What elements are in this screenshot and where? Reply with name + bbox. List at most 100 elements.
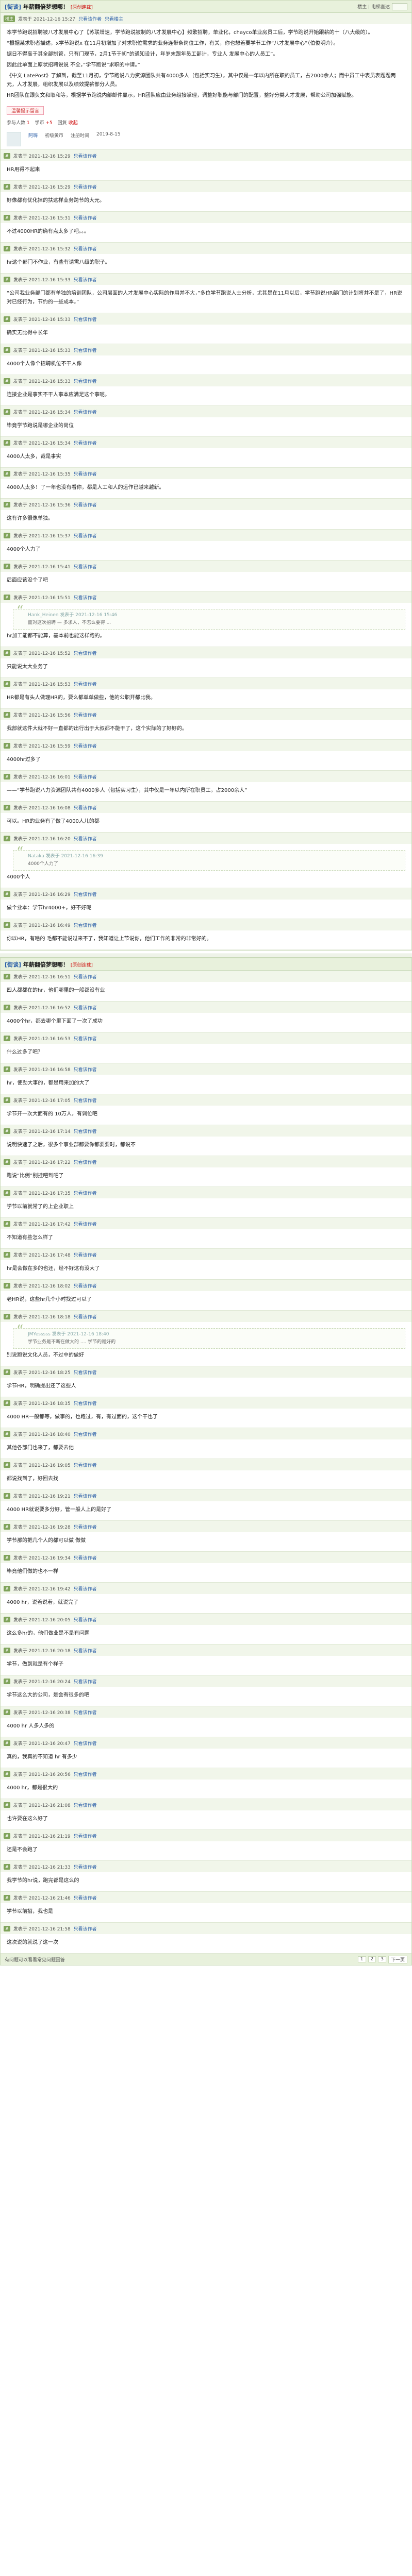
only-author-link[interactable]: 只看该作者 bbox=[74, 409, 97, 415]
thread-title[interactable]: [街谈] 年薪翻倍梦想哪！ [原创连载] bbox=[5, 960, 93, 969]
only-author-link[interactable]: 只看该作者 bbox=[74, 1159, 97, 1165]
only-author-link[interactable]: 只看该作者 bbox=[74, 347, 97, 353]
post-meta: # 发表于 2021-12-16 17:14 只看该作者 bbox=[1, 1125, 411, 1137]
only-author-link[interactable]: 只看该作者 bbox=[74, 183, 97, 190]
only-author-link[interactable]: 只看该作者 bbox=[74, 804, 97, 811]
next-page-link[interactable]: 下一页 bbox=[388, 1955, 407, 1963]
floor-label: # bbox=[4, 1863, 10, 1870]
only-author-link[interactable]: 只看该作者 bbox=[74, 1647, 97, 1654]
only-author-link[interactable]: 只看该作者 bbox=[74, 1554, 97, 1561]
only-author-link[interactable]: 只看该作者 bbox=[74, 1431, 97, 1437]
only-author-link[interactable]: 只看该作者 bbox=[74, 1493, 97, 1499]
post-body: 学节，做到就是有个样子 bbox=[1, 1656, 411, 1675]
post-paragraph: 据日不得高于其全部制管，只有门现节，2月1节于初”的通知设计，年岁末跟年员工部计… bbox=[7, 52, 278, 57]
page-link[interactable]: 1 bbox=[357, 1956, 366, 1962]
post-meta: # 发表于 2021-12-16 16:01 只看该作者 bbox=[1, 771, 411, 782]
only-author-link[interactable]: 只看该作者 bbox=[74, 1035, 97, 1042]
post-date: 发表于 2021-12-16 15:35 bbox=[13, 471, 71, 477]
only-author-link[interactable]: 只看该作者 bbox=[74, 1190, 97, 1196]
only-author-link[interactable]: 只看该作者 bbox=[74, 1802, 97, 1808]
only-author-link[interactable]: 只看该作者 bbox=[74, 245, 97, 252]
only-author-link[interactable]: 只看该作者 bbox=[74, 1128, 97, 1134]
only-author-link[interactable]: 只看该作者 bbox=[74, 922, 97, 928]
footer-note[interactable]: 有问题可以看看常见问题回答 bbox=[5, 1956, 65, 1963]
only-author-link[interactable]: 只看该作者 bbox=[74, 1251, 97, 1258]
post-date: 发表于 2021-12-16 16:29 bbox=[13, 892, 71, 897]
page-link[interactable]: 2 bbox=[368, 1956, 376, 1962]
only-op-link[interactable]: 只看楼主 bbox=[105, 15, 123, 22]
only-author-link[interactable]: 只看该作者 bbox=[74, 1313, 97, 1320]
only-author-link[interactable]: 只看该作者 bbox=[74, 1616, 97, 1623]
only-author-link[interactable]: 只看该作者 bbox=[74, 1585, 97, 1592]
post-date: 发表于 2021-12-16 16:20 bbox=[13, 836, 71, 842]
post-meta: # 发表于 2021-12-16 16:53 只看该作者 bbox=[1, 1032, 411, 1044]
only-author-link[interactable]: 只看该作者 bbox=[74, 1833, 97, 1839]
only-author-link[interactable]: 只看该作者 bbox=[74, 214, 97, 221]
thread-footer: 有问题可以看看常见问题回答 1 2 3 下一页 bbox=[1, 1954, 411, 1965]
only-author-link[interactable]: 只看该作者 bbox=[74, 276, 97, 283]
floor-label: # bbox=[4, 1462, 10, 1468]
only-author-link[interactable]: 只看该作者 bbox=[74, 378, 97, 384]
only-author-link[interactable]: 只看该作者 bbox=[74, 1678, 97, 1685]
only-author-link[interactable]: 只看该作者 bbox=[74, 835, 97, 842]
stat: 学币 +5 bbox=[35, 119, 53, 126]
post-text: 学节HR，明确提出还了这些人 bbox=[7, 1383, 76, 1389]
only-author-link[interactable]: 只看该作者 bbox=[74, 1523, 97, 1530]
only-author-link[interactable]: 只看该作者 bbox=[74, 973, 97, 980]
only-author-link[interactable]: 只看该作者 bbox=[74, 1863, 97, 1870]
only-author-link[interactable]: 只看该作者 bbox=[78, 15, 102, 22]
reply-list: # 发表于 2021-12-16 15:29 只看该作者 HR用得不起来 # 发表于 20… bbox=[1, 150, 411, 950]
profile-username[interactable]: 阿嗨 bbox=[28, 132, 38, 146]
only-author-link[interactable]: 只看该作者 bbox=[74, 152, 97, 159]
only-author-link[interactable]: 只看该作者 bbox=[74, 1771, 97, 1777]
only-author-link[interactable]: 只看该作者 bbox=[74, 1709, 97, 1716]
only-author-link[interactable]: 只看该作者 bbox=[74, 316, 97, 323]
only-author-link[interactable]: 只看该作者 bbox=[74, 1400, 97, 1406]
page-link[interactable]: 3 bbox=[378, 1956, 386, 1962]
only-author-link[interactable]: 只看该作者 bbox=[74, 742, 97, 749]
reply-post: # 发表于 2021-12-16 20:18 只看该作者 学节，做到就是有个样子 bbox=[1, 1645, 411, 1675]
only-author-link[interactable]: 只看该作者 bbox=[74, 1221, 97, 1227]
only-author-link[interactable]: 只看该作者 bbox=[74, 891, 97, 897]
only-author-link[interactable]: 只看该作者 bbox=[74, 650, 97, 656]
only-author-link[interactable]: 只看该作者 bbox=[74, 1740, 97, 1747]
only-author-link[interactable]: 只看该作者 bbox=[74, 1462, 97, 1468]
stat[interactable]: 回复 收起 bbox=[58, 119, 78, 126]
only-author-link[interactable]: 只看该作者 bbox=[74, 1066, 97, 1073]
only-author-link[interactable]: 只看该作者 bbox=[74, 1925, 97, 1932]
avatar[interactable] bbox=[7, 132, 21, 146]
post-meta: # 发表于 2021-12-16 15:34 只看该作者 bbox=[1, 437, 411, 448]
floor-jump-input[interactable] bbox=[392, 3, 407, 10]
floor-jump-label[interactable]: 楼主 | 电梯直达 bbox=[357, 3, 390, 10]
reply-post: # 发表于 2021-12-16 19:34 只看该作者 毕竟他们做的也不一样 bbox=[1, 1552, 411, 1583]
only-author-link[interactable]: 只看该作者 bbox=[74, 470, 97, 477]
only-author-link[interactable]: 只看该作者 bbox=[74, 532, 97, 539]
post-meta: # 发表于 2021-12-16 21:58 只看该作者 bbox=[1, 1923, 411, 1934]
only-author-link[interactable]: 只看该作者 bbox=[74, 594, 97, 601]
post-date: 发表于 2021-12-16 21:19 bbox=[13, 1834, 71, 1839]
reply-post: # 发表于 2021-12-16 17:05 只看该作者 学节开一次大面有的 10万人… bbox=[1, 1094, 411, 1125]
only-author-link[interactable]: 只看该作者 bbox=[74, 1894, 97, 1901]
only-author-link[interactable]: 只看该作者 bbox=[74, 1282, 97, 1289]
only-author-link[interactable]: 只看该作者 bbox=[74, 1004, 97, 1011]
post-meta: # 发表于 2021-12-16 18:40 只看该作者 bbox=[1, 1428, 411, 1439]
floor-label: # bbox=[4, 245, 10, 251]
reply-post: # 发表于 2021-12-16 16:29 只看该作者 做个业本：学节hr4000+… bbox=[1, 888, 411, 919]
only-author-link[interactable]: 只看该作者 bbox=[74, 1097, 97, 1104]
quote-header[interactable]: Hank_Heinen 发表于 2021-12-16 15:46 bbox=[28, 612, 401, 619]
only-author-link[interactable]: 只看该作者 bbox=[74, 681, 97, 687]
post-meta: # 发表于 2021-12-16 15:53 只看该作者 bbox=[1, 678, 411, 689]
only-author-link[interactable]: 只看该作者 bbox=[74, 439, 97, 446]
quote-header[interactable]: JMYesssss 发表于 2021-12-16 18:40 bbox=[28, 1331, 401, 1338]
only-author-link[interactable]: 只看该作者 bbox=[74, 711, 97, 718]
floor-label: 楼主 bbox=[4, 15, 15, 22]
only-author-link[interactable]: 只看该作者 bbox=[74, 563, 97, 570]
only-author-link[interactable]: 只看该作者 bbox=[74, 1369, 97, 1376]
floor-label: # bbox=[4, 1128, 10, 1134]
thread-title[interactable]: [街谈] 年薪翻倍梦想哪！ [原创连载] bbox=[5, 3, 93, 11]
quote-header[interactable]: Nataka 发表于 2021-12-16 16:39 bbox=[28, 853, 401, 860]
reply-post: # 发表于 2021-12-16 15:32 只看该作者 hr这个部门不作业，有些有请… bbox=[1, 243, 411, 274]
rate-button[interactable]: 温馨提示留言 bbox=[7, 106, 44, 115]
only-author-link[interactable]: 只看该作者 bbox=[74, 773, 97, 780]
only-author-link[interactable]: 只看该作者 bbox=[74, 501, 97, 508]
